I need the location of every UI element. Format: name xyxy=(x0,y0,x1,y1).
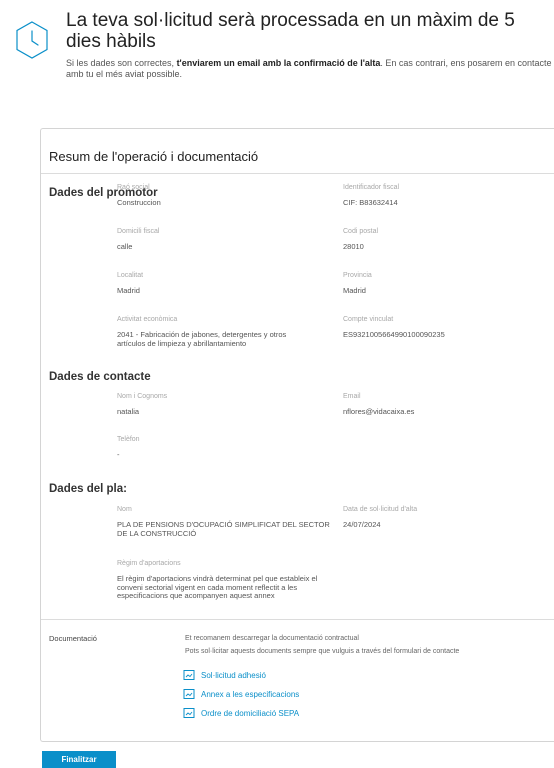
clock-icon xyxy=(14,20,50,60)
section-pla-heading: Dades del pla: xyxy=(49,483,127,495)
field-email: Email nflores@vidacaixa.es xyxy=(343,393,415,416)
field-domicili-fiscal: Domicili fiscal calle xyxy=(117,228,160,251)
divider xyxy=(41,173,554,174)
doc-info-contact: Pots sol·licitar aquests documents sempr… xyxy=(185,648,460,655)
link-ordre-domiciliacio-sepa[interactable]: Ordre de domiciliació SEPA xyxy=(183,707,299,719)
intro-text: Si les dades son correctes, t'enviarem u… xyxy=(66,58,552,79)
field-activitat-economica: Activitat econòmica 2041 - Fabricación d… xyxy=(117,316,287,348)
section-contacte-heading: Dades de contacte xyxy=(49,371,151,383)
field-telefon: Telèfon - xyxy=(117,436,140,459)
document-icon xyxy=(183,708,195,718)
section-documentacio-heading: Documentació xyxy=(49,634,97,643)
field-localitat: Localitat Madrid xyxy=(117,272,144,295)
field-codi-postal: Codi postal 28010 xyxy=(343,228,379,251)
link-annex-especificacions[interactable]: Annex a les especificacions xyxy=(183,688,299,700)
field-compte-vinculat: Compte vinculat ES9321005664990100090235 xyxy=(343,316,445,339)
finish-button[interactable]: Finalitzar xyxy=(42,751,116,768)
divider xyxy=(41,619,554,620)
field-rao-social: Raó social Construccion xyxy=(117,184,161,207)
page-title: La teva sol·licitud serà processada en u… xyxy=(66,10,515,52)
field-identificador-fiscal: Identificador fiscal CIF: B83632414 xyxy=(343,184,400,207)
field-nom-pla: Nom PLA DE PENSIONS D'OCUPACIÓ SIMPLIFIC… xyxy=(117,506,330,538)
link-solicitud-adhesio[interactable]: Sol·licitud adhesió xyxy=(183,669,266,681)
document-icon xyxy=(183,670,195,680)
summary-title: Resum de l'operació i documentació xyxy=(49,149,259,164)
document-icon xyxy=(183,689,195,699)
field-provincia: Provincia Madrid xyxy=(343,272,372,295)
field-data-solicitud: Data de sol·licitud d'alta 24/07/2024 xyxy=(343,506,418,529)
doc-info-recommendation: Et recomanem descarregar la documentació… xyxy=(185,635,359,642)
summary-card: Resum de l'operació i documentació Dades… xyxy=(40,128,554,742)
field-regim-aportacions: Règim d'aportacions El règim d'aportacio… xyxy=(117,560,318,600)
field-nom-cognoms: Nom i Cognoms natalia xyxy=(117,393,168,416)
